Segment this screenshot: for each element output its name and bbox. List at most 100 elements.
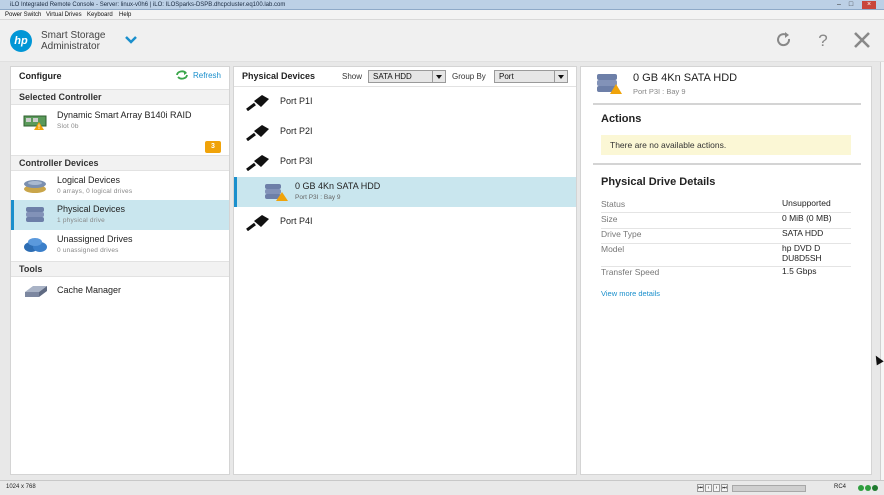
encryption-text: RC4 bbox=[834, 484, 847, 490]
menu-keyboard[interactable]: Keyboard bbox=[87, 10, 113, 20]
groupby-select-value: Port bbox=[499, 72, 514, 81]
menu-power-switch[interactable]: Power Switch bbox=[5, 10, 41, 20]
cache-manager-icon bbox=[25, 286, 47, 297]
device-label: Port P4I bbox=[280, 216, 313, 226]
section-label: Tools bbox=[19, 264, 43, 274]
device-label: Port P3I bbox=[280, 156, 313, 166]
menu-help[interactable]: Help bbox=[119, 10, 131, 20]
refresh-icon[interactable] bbox=[774, 30, 794, 50]
playback-slider[interactable] bbox=[732, 485, 806, 492]
device-row-port-p2i[interactable]: Port P2I bbox=[234, 117, 576, 147]
alert-count-badge[interactable]: 3 bbox=[205, 141, 221, 153]
nav-cache-manager[interactable]: Cache Manager bbox=[11, 276, 229, 306]
maximize-icon[interactable]: □ bbox=[846, 1, 856, 9]
nav-label: Unassigned Drives bbox=[57, 234, 133, 244]
drive-subtitle: Port P3I : Bay 9 bbox=[633, 87, 686, 96]
window-title: iLO Integrated Remote Console - Server: … bbox=[10, 2, 286, 8]
detail-row-status: Status Unsupported bbox=[601, 198, 851, 213]
divider bbox=[593, 163, 861, 165]
show-select[interactable]: SATA HDD bbox=[368, 70, 446, 83]
groupby-label: Group By bbox=[452, 72, 486, 81]
detail-key: Model bbox=[601, 244, 625, 254]
physical-devices-icon bbox=[26, 207, 44, 222]
close-icon[interactable] bbox=[852, 30, 872, 50]
hdd-warning-icon bbox=[265, 184, 288, 201]
device-label: 0 GB 4Kn SATA HDD bbox=[295, 181, 381, 191]
refresh-arrows-icon bbox=[176, 70, 188, 80]
detail-value: 0 MiB (0 MB) bbox=[782, 213, 832, 223]
controller-card-icon: ! bbox=[23, 115, 47, 130]
detail-value: hp DVD D DU8D5SH bbox=[782, 243, 822, 263]
device-label: Port P1I bbox=[280, 96, 313, 106]
section-label: Selected Controller bbox=[19, 92, 102, 102]
device-row-sata-hdd[interactable]: 0 GB 4Kn SATA HDD Port P3I : Bay 9 bbox=[234, 177, 576, 207]
app-header: hp Smart Storage Administrator ? bbox=[0, 20, 884, 62]
groupby-select[interactable]: Port bbox=[494, 70, 568, 83]
refresh-label: Refresh bbox=[192, 70, 221, 80]
skip-back-icon[interactable]: ⏮ bbox=[697, 484, 704, 492]
minimize-icon[interactable]: – bbox=[834, 1, 844, 9]
detail-value: SATA HDD bbox=[782, 228, 824, 238]
menu-virtual-drives[interactable]: Virtual Drives bbox=[46, 10, 82, 20]
status-led-icon bbox=[865, 485, 871, 491]
detail-key: Status bbox=[601, 199, 626, 209]
play-icon[interactable]: › bbox=[713, 484, 720, 492]
app-title-line1: Smart Storage bbox=[41, 30, 106, 41]
nav-physical-devices[interactable]: Physical Devices 1 physical drive bbox=[11, 200, 229, 230]
device-row-port-p3i[interactable]: Port P3I bbox=[234, 147, 576, 177]
console-statusbar: 1024 x 768 ⏮ ‹ › ⏭ RC4 bbox=[0, 480, 884, 495]
logical-devices-icon bbox=[24, 180, 46, 193]
detail-key: Transfer Speed bbox=[601, 267, 660, 277]
physical-devices-panel: Physical Devices Show SATA HDD Group By … bbox=[233, 66, 577, 475]
hp-logo: hp bbox=[10, 30, 32, 52]
device-label: Port P2I bbox=[280, 126, 313, 136]
svg-text:?: ? bbox=[818, 31, 827, 50]
unassigned-drives-icon bbox=[24, 238, 47, 252]
port-connector-icon bbox=[246, 95, 269, 111]
nav-label: Physical Devices bbox=[57, 204, 126, 214]
controller-slot: Slot 0b bbox=[57, 123, 79, 130]
app-title: Smart Storage Administrator bbox=[41, 30, 105, 52]
details-heading: Physical Drive Details bbox=[601, 176, 716, 188]
dropdown-arrow-icon bbox=[554, 71, 567, 82]
skip-forward-icon[interactable]: ⏭ bbox=[721, 484, 728, 492]
section-label: Controller Devices bbox=[19, 158, 99, 168]
detail-row-drive-type: Drive Type SATA HDD bbox=[601, 228, 851, 244]
window-close-icon[interactable]: × bbox=[862, 1, 876, 9]
view-more-details-link[interactable]: View more details bbox=[601, 289, 660, 298]
port-connector-icon bbox=[246, 215, 269, 231]
app-title-line2: Administrator bbox=[41, 41, 100, 52]
nav-sub: 0 arrays, 0 logical drives bbox=[57, 188, 133, 195]
physical-devices-header: Physical Devices Show SATA HDD Group By … bbox=[234, 67, 576, 87]
actions-heading: Actions bbox=[601, 113, 642, 125]
status-led-icon bbox=[872, 485, 878, 491]
port-connector-icon bbox=[246, 125, 269, 141]
menubar: Power Switch Virtual Drives Keyboard Hel… bbox=[0, 10, 884, 20]
refresh-button[interactable]: Refresh bbox=[175, 70, 221, 80]
help-icon[interactable]: ? bbox=[813, 30, 833, 50]
drive-title: 0 GB 4Kn SATA HDD bbox=[633, 72, 738, 84]
chevron-down-icon[interactable] bbox=[124, 33, 138, 47]
hdd-warning-icon bbox=[597, 74, 622, 94]
controller-item[interactable]: ! Dynamic Smart Array B140i RAID Slot 0b bbox=[11, 106, 229, 136]
device-row-port-p1i[interactable]: Port P1I bbox=[234, 87, 576, 117]
detail-key: Size bbox=[601, 214, 618, 224]
detail-value: Unsupported bbox=[782, 198, 831, 208]
svg-text:!: ! bbox=[38, 125, 40, 130]
detail-key: Drive Type bbox=[601, 229, 642, 239]
physical-devices-title: Physical Devices bbox=[242, 71, 316, 81]
detail-row-size: Size 0 MiB (0 MB) bbox=[601, 213, 851, 229]
step-back-icon[interactable]: ‹ bbox=[705, 484, 712, 492]
nav-unassigned-drives[interactable]: Unassigned Drives 0 unassigned drives bbox=[11, 230, 229, 260]
show-label: Show bbox=[342, 72, 363, 81]
nav-sub: 0 unassigned drives bbox=[57, 247, 119, 254]
detail-row-transfer-speed: Transfer Speed 1.5 Gbps bbox=[601, 266, 851, 281]
section-controller-devices: Controller Devices bbox=[11, 155, 229, 171]
status-led-icon bbox=[858, 485, 864, 491]
no-actions-notice: There are no available actions. bbox=[601, 135, 851, 155]
no-actions-text: There are no available actions. bbox=[610, 140, 727, 150]
controller-name: Dynamic Smart Array B140i RAID bbox=[57, 110, 192, 120]
device-row-port-p4i[interactable]: Port P4I bbox=[234, 207, 576, 237]
nav-logical-devices[interactable]: Logical Devices 0 arrays, 0 logical driv… bbox=[11, 171, 229, 201]
window-titlebar: iLO Integrated Remote Console - Server: … bbox=[0, 0, 884, 10]
